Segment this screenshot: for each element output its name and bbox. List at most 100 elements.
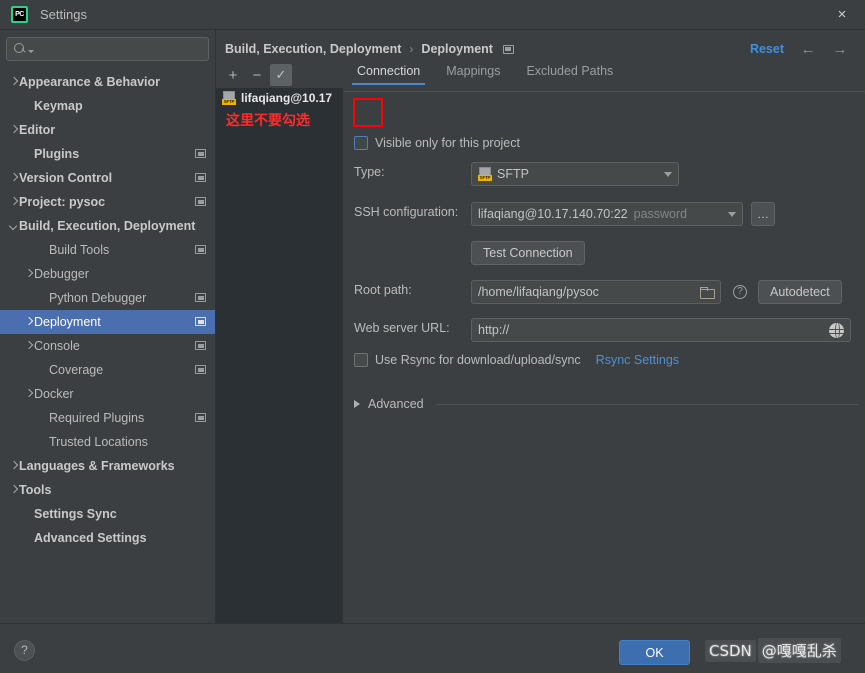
use-rsync-checkbox[interactable] bbox=[354, 353, 368, 367]
globe-icon[interactable] bbox=[829, 322, 844, 338]
sftp-icon-label: SFTP bbox=[222, 99, 236, 105]
tab-mappings[interactable]: Mappings bbox=[446, 64, 500, 85]
sidebar-item-advanced-settings[interactable]: Advanced Settings bbox=[0, 526, 215, 550]
annotation-text: 这里不要勾选 bbox=[226, 113, 310, 129]
search-input[interactable] bbox=[38, 42, 208, 56]
window-title: Settings bbox=[40, 7, 87, 22]
sidebar-item-keymap[interactable]: Keymap bbox=[0, 94, 215, 118]
sidebar-item-python-debugger[interactable]: Python Debugger bbox=[0, 286, 215, 310]
sidebar-item-project-pysoc[interactable]: Project: pysoc bbox=[0, 190, 215, 214]
sidebar-item-tools[interactable]: Tools bbox=[0, 478, 215, 502]
chevron-right-icon[interactable] bbox=[8, 197, 19, 208]
search-box[interactable] bbox=[6, 37, 209, 61]
sidebar-item-label: Settings Sync bbox=[34, 507, 117, 521]
server-list: SFTP lifaqiang@10.17 这里不要勾选 bbox=[216, 88, 343, 650]
sidebar-item-appearance-behavior[interactable]: Appearance & Behavior bbox=[0, 70, 215, 94]
ok-button[interactable]: OK bbox=[619, 640, 690, 665]
web-server-url-label: Web server URL: bbox=[354, 321, 450, 335]
type-select[interactable]: SFTP SFTP bbox=[471, 162, 679, 186]
sidebar-item-debugger[interactable]: Debugger bbox=[0, 262, 215, 286]
add-server-button[interactable]: + bbox=[222, 64, 244, 86]
sftp-icon: SFTP bbox=[222, 91, 237, 105]
chevron-right-icon[interactable] bbox=[354, 400, 360, 408]
project-scope-badge-icon bbox=[195, 197, 206, 206]
sftp-icon: SFTP bbox=[478, 167, 493, 181]
sidebar-item-label: Editor bbox=[19, 123, 56, 137]
web-server-url-input[interactable]: http:// bbox=[471, 318, 851, 342]
sidebar-item-trusted-locations[interactable]: Trusted Locations bbox=[0, 430, 215, 454]
sidebar-item-docker[interactable]: Docker bbox=[0, 382, 215, 406]
sidebar-item-plugins[interactable]: Plugins bbox=[0, 142, 215, 166]
settings-window: PC Settings × Appearance & Behavior Keyma… bbox=[0, 0, 865, 673]
project-scope-badge-icon bbox=[195, 365, 206, 374]
sidebar-item-build-tools[interactable]: Build Tools bbox=[0, 238, 215, 262]
web-url-label-row: Web server URL: bbox=[354, 321, 450, 335]
sidebar-item-editor[interactable]: Editor bbox=[0, 118, 215, 142]
remove-server-button[interactable]: − bbox=[246, 64, 268, 86]
close-icon[interactable]: × bbox=[819, 0, 865, 29]
root-path-help-icon[interactable]: ? bbox=[733, 285, 747, 299]
nav-forward-icon[interactable]: → bbox=[831, 41, 849, 59]
visible-only-row: Visible only for this project bbox=[354, 136, 520, 150]
sidebar-item-deployment[interactable]: Deployment bbox=[0, 310, 215, 334]
rsync-row: Use Rsync for download/upload/sync Rsync… bbox=[354, 353, 679, 367]
folder-icon[interactable] bbox=[700, 286, 715, 299]
tab-excluded-paths[interactable]: Excluded Paths bbox=[526, 64, 613, 85]
nav-back-icon[interactable]: ← bbox=[799, 41, 817, 59]
chevron-right-icon[interactable] bbox=[23, 389, 34, 400]
ssh-configuration-select[interactable]: lifaqiang@10.17.140.70:22 password bbox=[471, 202, 743, 226]
breadcrumb-separator: › bbox=[409, 42, 414, 56]
sidebar-item-label: Languages & Frameworks bbox=[19, 459, 175, 473]
chevron-down-icon[interactable] bbox=[8, 221, 19, 232]
breadcrumb-root[interactable]: Build, Execution, Deployment bbox=[225, 42, 401, 56]
advanced-divider bbox=[435, 403, 859, 405]
rsync-settings-link[interactable]: Rsync Settings bbox=[596, 353, 679, 367]
autodetect-button[interactable]: Autodetect bbox=[758, 280, 842, 304]
chevron-right-icon[interactable] bbox=[8, 77, 19, 88]
visible-only-checkbox[interactable] bbox=[354, 136, 368, 150]
ssh-configuration-browse-button[interactable]: … bbox=[751, 202, 775, 226]
sidebar-item-label: Build, Execution, Deployment bbox=[19, 219, 196, 233]
chevron-right-icon[interactable] bbox=[23, 341, 34, 352]
sidebar-item-version-control[interactable]: Version Control bbox=[0, 166, 215, 190]
chevron-right-icon[interactable] bbox=[8, 125, 19, 136]
type-value: SFTP bbox=[497, 167, 529, 181]
sidebar-item-required-plugins[interactable]: Required Plugins bbox=[0, 406, 215, 430]
project-scope-badge-icon bbox=[195, 149, 206, 158]
chevron-right-icon[interactable] bbox=[8, 485, 19, 496]
tab-connection[interactable]: Connection bbox=[351, 64, 426, 85]
server-list-toolbar: + − ✓ bbox=[216, 62, 343, 88]
reset-button[interactable]: Reset bbox=[750, 42, 784, 56]
set-default-server-button[interactable]: ✓ bbox=[270, 64, 292, 86]
chevron-right-icon[interactable] bbox=[8, 173, 19, 184]
chevron-right-icon[interactable] bbox=[8, 461, 19, 472]
sidebar-item-label: Tools bbox=[19, 483, 52, 497]
sidebar-item-label: Console bbox=[34, 339, 80, 353]
sidebar-item-label: Python Debugger bbox=[49, 291, 147, 305]
sidebar-item-settings-sync[interactable]: Settings Sync bbox=[0, 502, 215, 526]
list-item[interactable]: SFTP lifaqiang@10.17 bbox=[216, 88, 342, 108]
settings-sidebar: Appearance & Behavior Keymap Editor Plugins… bbox=[0, 30, 215, 623]
root-path-input[interactable]: /home/lifaqiang/pysoc bbox=[471, 280, 721, 304]
sidebar-item-label: Build Tools bbox=[49, 243, 110, 257]
chevron-right-icon[interactable] bbox=[23, 317, 34, 328]
sidebar-item-coverage[interactable]: Coverage bbox=[0, 358, 215, 382]
chevron-right-icon[interactable] bbox=[23, 269, 34, 280]
main-panel: Build, Execution, Deployment › Deploymen… bbox=[216, 30, 865, 650]
project-scope-badge-icon bbox=[195, 293, 206, 302]
project-scope-badge-icon bbox=[502, 44, 514, 54]
sidebar-item-label: Project: pysoc bbox=[19, 195, 106, 209]
sidebar-item-languages-frameworks[interactable]: Languages & Frameworks bbox=[0, 454, 215, 478]
help-button[interactable]: ? bbox=[14, 640, 35, 661]
advanced-label: Advanced bbox=[368, 397, 424, 411]
sidebar-item-console[interactable]: Console bbox=[0, 334, 215, 358]
test-connection-button[interactable]: Test Connection bbox=[471, 241, 585, 265]
sidebar-item-build-execution-deployment[interactable]: Build, Execution, Deployment bbox=[0, 214, 215, 238]
settings-tree: Appearance & Behavior Keymap Editor Plugins… bbox=[0, 70, 215, 550]
advanced-section-header[interactable]: Advanced bbox=[354, 397, 859, 411]
